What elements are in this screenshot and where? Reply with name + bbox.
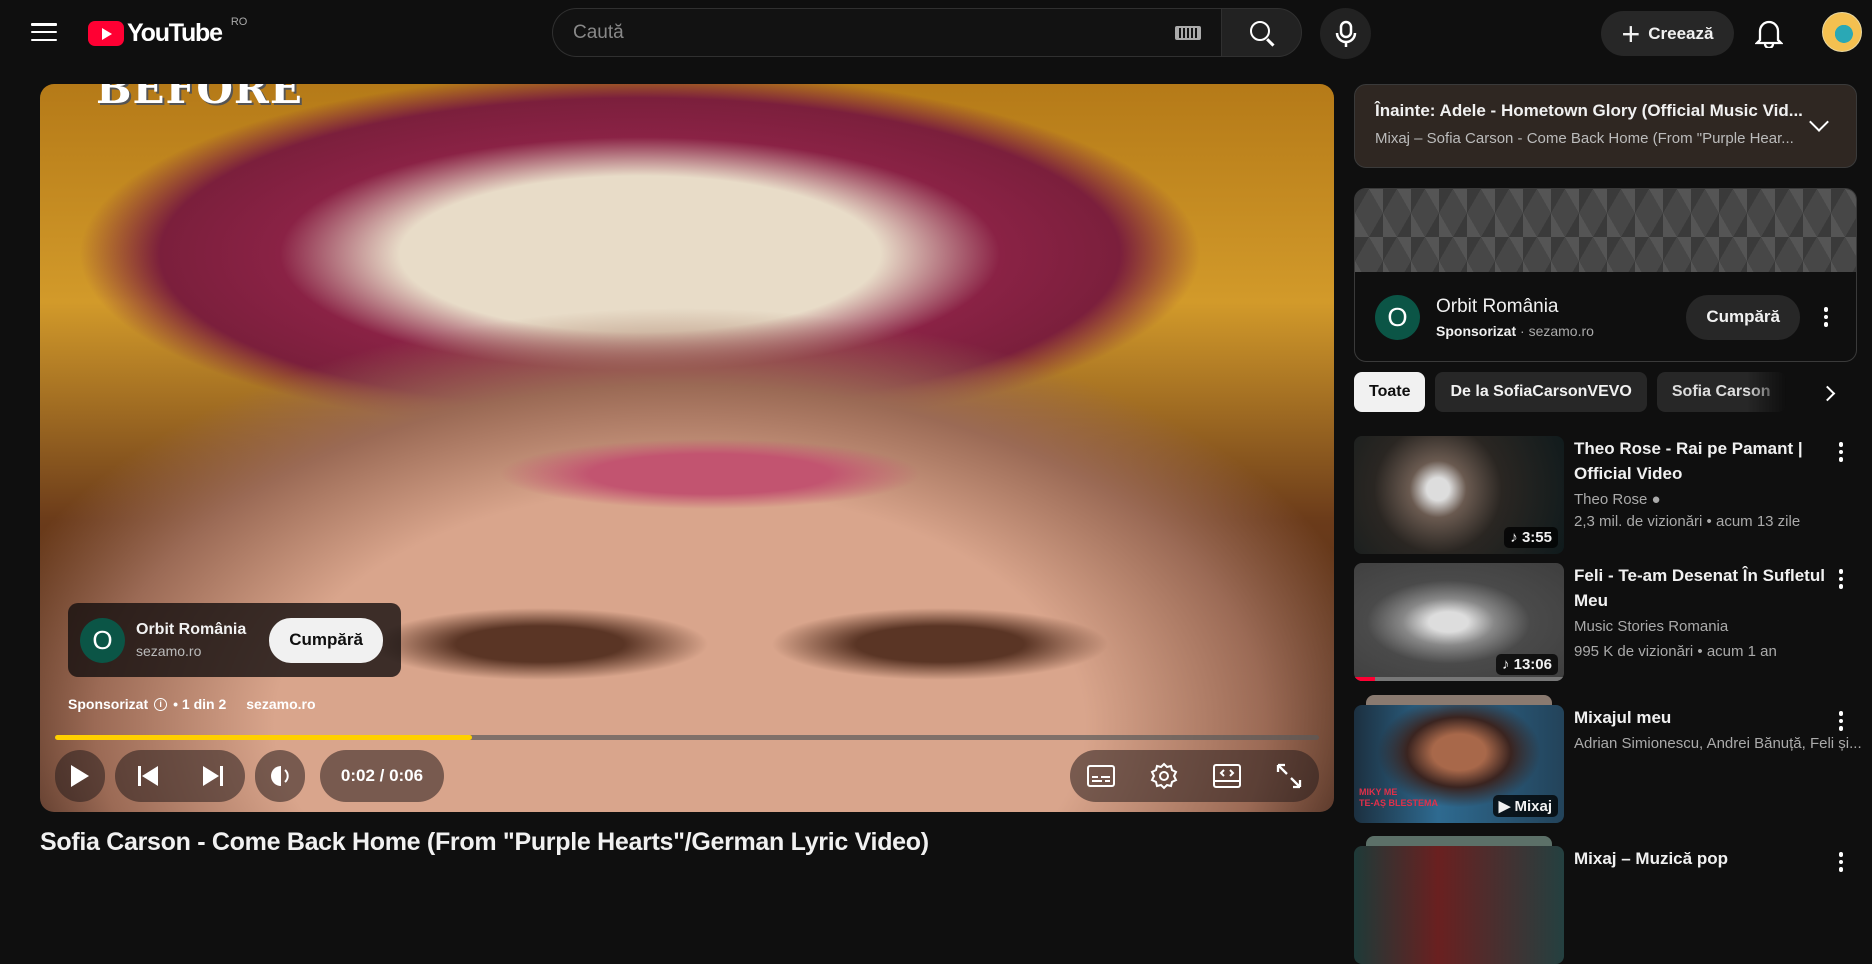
plus-icon: + xyxy=(1621,15,1641,52)
bell-icon xyxy=(1754,20,1784,50)
subtitles-icon[interactable] xyxy=(1087,765,1116,787)
voice-search-button[interactable] xyxy=(1320,8,1371,59)
mix-list-item[interactable]: MIKY ME TE-AȘ BLESTEMA ▶ Mixaj Mixajul me… xyxy=(1354,695,1862,823)
ad-url-link[interactable]: sezamo.ro xyxy=(246,696,315,712)
mix-list-item[interactable]: Mixaj – Muzică pop xyxy=(1354,836,1857,964)
chip-from-channel[interactable]: De la SofiaCarsonVEVO xyxy=(1435,372,1647,412)
up-next-title: Înainte: Adele - Hometown Glory (Officia… xyxy=(1375,101,1803,120)
progress-bar[interactable] xyxy=(55,735,1319,740)
mix-thumbnail[interactable] xyxy=(1354,846,1564,964)
video-title: Theo Rose - Rai pe Pamant | Official Vid… xyxy=(1574,439,1803,483)
video-thumbnail[interactable]: ♪ 13:06 xyxy=(1354,563,1564,681)
logo-text: YouTube xyxy=(127,19,223,47)
fullscreen-icon[interactable] xyxy=(1276,763,1302,789)
youtube-play-icon xyxy=(88,21,124,46)
video-title: Sofia Carson - Come Back Home (From "Pur… xyxy=(40,828,929,856)
channel-name[interactable]: Theo Rose xyxy=(1574,491,1647,508)
notifications-button[interactable] xyxy=(1754,18,1784,53)
sponsored-ad-card[interactable]: O Orbit România Sponsorizat · sezamo.ro … xyxy=(1354,188,1857,362)
volume-icon xyxy=(271,766,289,786)
theater-mode-icon[interactable] xyxy=(1212,764,1241,788)
advertiser-url: · sezamo.ro xyxy=(1520,322,1594,339)
microphone-icon xyxy=(1335,20,1356,47)
video-thumbnail[interactable]: ♪ 3:55 xyxy=(1354,436,1564,554)
video-list-item[interactable]: ♪ 3:55 Theo Rose - Rai pe Pamant | Offic… xyxy=(1354,436,1857,554)
video-meta: 995 K de vizionări • acum 1 an xyxy=(1574,643,1777,660)
duration-badge: ♪ 13:06 xyxy=(1495,654,1558,675)
previous-icon[interactable] xyxy=(136,765,160,787)
duration-text: 13:06 xyxy=(1513,656,1552,673)
play-button[interactable] xyxy=(55,750,105,802)
menu-button[interactable] xyxy=(31,20,57,44)
video-meta: 2,3 mil. de vizionări • acum 13 zile xyxy=(1574,513,1801,530)
up-next-panel[interactable]: Înainte: Adele - Hometown Glory (Officia… xyxy=(1354,84,1857,168)
channel-name[interactable]: Music Stories Romania xyxy=(1574,617,1857,637)
video-title: Mixaj – Muzică pop xyxy=(1574,849,1728,868)
info-icon[interactable]: i xyxy=(154,697,168,711)
more-options-icon[interactable] xyxy=(1831,711,1851,731)
chip-all[interactable]: Toate xyxy=(1354,372,1426,412)
mix-artists: Adrian Simionescu, Andrei Bănuță, Feli ș… xyxy=(1574,735,1862,752)
keyboard-icon[interactable] xyxy=(1175,25,1201,40)
create-label: Creează xyxy=(1648,23,1714,43)
filter-chips: Toate De la SofiaCarsonVEVO Sofia Carson xyxy=(1354,372,1786,412)
search-icon xyxy=(1249,20,1270,41)
ad-overlay[interactable]: O Orbit România sezamo.ro Cumpără xyxy=(68,603,401,677)
watched-bar xyxy=(1354,677,1564,681)
time-text: 0:02 / 0:06 xyxy=(340,766,424,785)
before-overlay-text: BEFORE xyxy=(96,84,303,113)
up-next-subtitle: Mixaj – Sofia Carson - Come Back Home (F… xyxy=(1375,130,1794,147)
volume-button[interactable] xyxy=(255,750,305,802)
more-options-icon[interactable] xyxy=(1831,442,1851,462)
mix-badge: ▶ Mixaj xyxy=(1492,795,1558,817)
progress-fill xyxy=(55,735,473,740)
more-options-icon[interactable] xyxy=(1816,307,1836,327)
search-input[interactable] xyxy=(573,21,1175,44)
ad-banner-image xyxy=(1355,189,1856,272)
ad-buy-button[interactable]: Cumpără xyxy=(1686,294,1800,340)
play-icon xyxy=(71,765,89,787)
video-title: Mixajul meu xyxy=(1574,708,1672,727)
mix-thumbnail[interactable]: MIKY ME TE-AȘ BLESTEMA ▶ Mixaj xyxy=(1354,705,1564,823)
video-title: Feli - Te-am Desenat În Sufletul Meu xyxy=(1574,566,1825,610)
advertiser-url[interactable]: sezamo.ro xyxy=(136,643,246,659)
more-options-icon[interactable] xyxy=(1831,852,1851,872)
ad-count: • 1 din 2 xyxy=(173,696,227,712)
create-button[interactable]: + Creează xyxy=(1601,11,1734,56)
advertiser-avatar: O xyxy=(80,617,125,663)
advertiser-name: Orbit România xyxy=(1436,295,1559,317)
region-label: RO xyxy=(230,15,248,28)
youtube-logo[interactable]: YouTube RO xyxy=(88,15,248,48)
advertiser-name: Orbit România xyxy=(136,621,247,638)
duration-badge: ♪ 3:55 xyxy=(1504,527,1558,548)
sponsored-label: Sponsorizat xyxy=(68,696,149,712)
search-button[interactable] xyxy=(1221,8,1302,57)
prev-next-group xyxy=(115,750,245,802)
video-list-item[interactable]: ♪ 13:06 Feli - Te-am Desenat În Sufletul… xyxy=(1354,563,1857,681)
settings-gear-icon[interactable] xyxy=(1150,762,1178,790)
search-bar xyxy=(552,8,1302,57)
duration-text: 3:55 xyxy=(1521,529,1552,546)
right-controls xyxy=(1070,750,1319,802)
more-options-icon[interactable] xyxy=(1831,569,1851,589)
time-display: 0:02 / 0:06 xyxy=(320,750,444,802)
verified-artist-icon: ● xyxy=(1651,491,1661,508)
ad-info: Sponsorizat i • 1 din 2 sezamo.ro xyxy=(68,696,316,712)
thumbnail-text: TE-AȘ BLESTEMA xyxy=(1359,798,1439,808)
mix-label: Mixaj xyxy=(1514,798,1552,815)
thumbnail-text: MIKY ME xyxy=(1359,787,1398,797)
chip-sofia-carson[interactable]: Sofia Carson xyxy=(1656,372,1786,412)
advertiser-avatar: O xyxy=(1375,294,1420,340)
account-avatar[interactable] xyxy=(1822,12,1862,52)
chevron-right-icon[interactable] xyxy=(1819,385,1836,402)
sponsored-label: Sponsorizat xyxy=(1436,322,1517,339)
video-player[interactable]: BEFORE O Orbit România sezamo.ro Cumpără … xyxy=(40,84,1334,812)
next-icon[interactable] xyxy=(201,765,225,787)
ad-buy-button[interactable]: Cumpără xyxy=(269,617,383,663)
